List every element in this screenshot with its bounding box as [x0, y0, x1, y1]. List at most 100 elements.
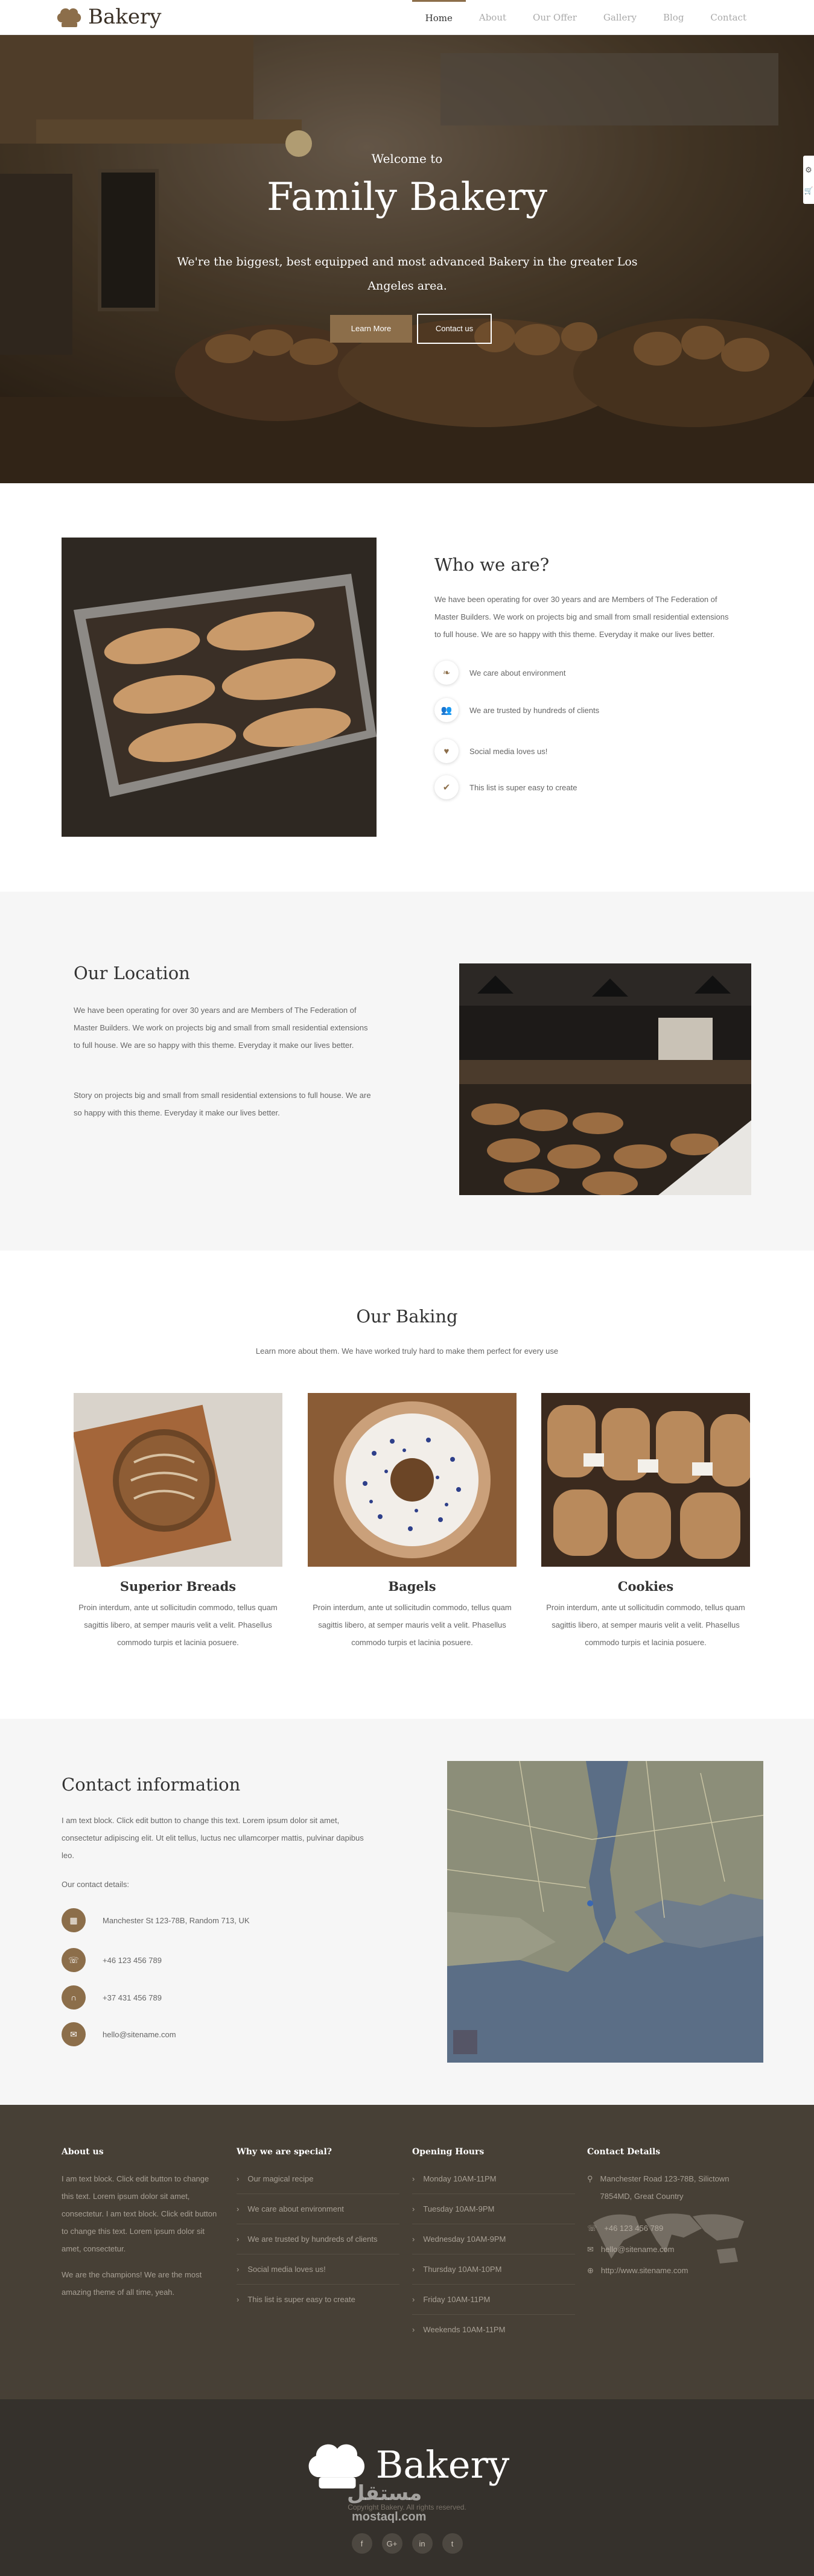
feature-text: We are trusted by hundreds of clients [469, 705, 600, 715]
twitter-icon[interactable]: t [442, 2533, 463, 2554]
footer-link[interactable]: › This list is super easy to create [237, 2285, 399, 2314]
chevron-right-icon: › [237, 2295, 240, 2304]
contact-item: ✉ hello@sitename.com [62, 2022, 176, 2046]
learn-more-button[interactable]: Learn More [330, 315, 412, 343]
contact-text: I am text block. Click edit button to ch… [62, 1816, 364, 1860]
footer-about-title: About us [62, 2147, 104, 2157]
hero-welcome: Welcome to [371, 151, 443, 166]
feature-item: ❧ We care about environment [434, 661, 565, 685]
baking-card-title: Bagels [388, 1579, 436, 1594]
hero-subtitle: We're the biggest, best equipped and mos… [177, 255, 638, 293]
bagel-image [308, 1393, 517, 1567]
baking-card-text: Proin interdum, ante ut sollicitudin com… [546, 1603, 745, 1647]
chevron-right-icon: › [412, 2174, 415, 2183]
footer-link[interactable]: › Social media loves us! [237, 2254, 399, 2285]
baking-card: Cookies Proin interdum, ante ut sollicit… [541, 1393, 750, 1651]
footer-link[interactable]: › We are trusted by hundreds of clients [237, 2224, 399, 2254]
feature-item: 👥 We are trusted by hundreds of clients [434, 698, 599, 722]
main-nav: Home About Our Offer Gallery Blog Contac… [412, 0, 760, 35]
footer-hours-title: Opening Hours [412, 2147, 485, 2157]
phone-icon: ☏ [62, 1948, 86, 1972]
our-baking-section: Our Baking Learn more about them. We hav… [0, 1251, 814, 1719]
hours-text: Tuesday 10AM-9PM [423, 2204, 495, 2213]
chevron-right-icon: › [237, 2265, 240, 2274]
map-embed[interactable] [447, 1761, 763, 2063]
footer-link[interactable]: › We care about environment [237, 2194, 399, 2224]
logo[interactable]: Bakery [56, 5, 161, 29]
chevron-right-icon: › [412, 2295, 415, 2304]
bakery-shop-image [459, 963, 751, 1195]
contact-title: Contact information [62, 1774, 241, 1795]
contact-us-button[interactable]: Contact us [417, 314, 492, 344]
nav-contact[interactable]: Contact [697, 0, 760, 35]
cookies-image [541, 1393, 750, 1567]
footer-logo-text: Bakery [375, 2442, 510, 2487]
baking-card-text: Proin interdum, ante ut sollicitudin com… [78, 1603, 278, 1647]
baking-subtitle: Learn more about them. We have worked tr… [255, 1347, 559, 1356]
baking-card-title: Superior Breads [119, 1579, 237, 1594]
chevron-right-icon: › [412, 2235, 415, 2244]
watermark-sub: mostaql.com [352, 2510, 427, 2524]
chevron-right-icon: › [412, 2204, 415, 2213]
hours-text: Thursday 10AM-10PM [423, 2265, 502, 2274]
nav-our-offer[interactable]: Our Offer [520, 0, 590, 35]
feature-item: ♥ Social media loves us! [434, 739, 547, 763]
feature-item: ✔ This list is super easy to create [434, 775, 577, 799]
google-plus-icon[interactable]: G+ [381, 2533, 402, 2554]
contact-item: ☏ +46 123 456 789 [62, 1948, 162, 1972]
hours-item: › Thursday 10AM-10PM [412, 2254, 575, 2285]
chevron-right-icon: › [237, 2174, 240, 2183]
nav-home[interactable]: Home [412, 0, 466, 35]
hours-text: Friday 10AM-11PM [423, 2295, 491, 2304]
contact-phone[interactable]: +46 123 456 789 [103, 1956, 162, 1965]
map-icon: ▦ [62, 1908, 86, 1932]
chevron-right-icon: › [237, 2204, 240, 2213]
footer-link-label: We care about environment [247, 2204, 344, 2213]
site-header: Bakery Home About Our Offer Gallery Blog… [0, 0, 814, 35]
footer-special: Why we are special? › Our magical recipe … [237, 2147, 399, 2314]
hours-text: Wednesday 10AM-9PM [423, 2235, 506, 2244]
footer-link-label: Social media loves us! [247, 2265, 326, 2274]
world-map-icon [593, 2213, 744, 2264]
footer-link-label: This list is super easy to create [247, 2295, 355, 2304]
bread-tray-image [62, 538, 377, 837]
nav-blog[interactable]: Blog [650, 0, 697, 35]
baking-card-text: Proin interdum, ante ut sollicitudin com… [313, 1603, 512, 1647]
bottom-bar: Bakery Copyright Bakery. All rights rese… [0, 2399, 814, 2576]
hours-item: › Wednesday 10AM-9PM [412, 2224, 575, 2254]
hero-section: Welcome to Family Bakery We're the bigge… [0, 35, 814, 483]
side-panel: ⚙ 🛒 [803, 156, 814, 204]
cart-icon[interactable]: 🛒 [804, 186, 813, 195]
feature-text: We care about environment [469, 668, 566, 677]
nav-about[interactable]: About [466, 0, 520, 35]
contact-details-label: Our contact details: [62, 1880, 129, 1889]
footer-address: ⚲ Manchester Road 123-78B, Silictown 7854… [587, 2170, 750, 2205]
feature-text: This list is super easy to create [469, 782, 577, 792]
location-text-1: We have been operating for over 30 years… [74, 1006, 368, 1050]
location-title: Our Location [74, 963, 190, 983]
facebook-icon[interactable]: f [351, 2533, 372, 2554]
footer-link-label: We are trusted by hundreds of clients [247, 2235, 378, 2244]
contact-phone-2[interactable]: +37 431 456 789 [103, 1993, 162, 2002]
who-title: Who we are? [434, 554, 550, 575]
baking-card: Superior Breads Proin interdum, ante ut … [74, 1393, 282, 1651]
hours-text: Monday 10AM-11PM [423, 2174, 497, 2183]
footer-link-label: Our magical recipe [247, 2174, 314, 2183]
map-pin-icon: ⚲ [587, 2174, 593, 2183]
watermark: مستقل [347, 2481, 422, 2505]
footer-link[interactable]: › Our magical recipe [237, 2164, 399, 2194]
chef-hat-icon [57, 8, 81, 27]
bread-image [74, 1393, 282, 1567]
gear-icon[interactable]: ⚙ [805, 165, 812, 175]
chevron-right-icon: › [237, 2235, 240, 2244]
footer-about-text-2: We are the champions! We are the most am… [62, 2270, 202, 2297]
contact-email[interactable]: hello@sitename.com [103, 2030, 176, 2039]
linkedin-icon[interactable]: in [412, 2533, 433, 2554]
who-text: We have been operating for over 30 years… [434, 595, 729, 639]
chevron-right-icon: › [412, 2325, 415, 2334]
hours-item: › Friday 10AM-11PM [412, 2285, 575, 2315]
footer-contact-title: Contact Details [587, 2147, 661, 2157]
feature-text: Social media loves us! [469, 746, 548, 756]
nav-gallery[interactable]: Gallery [590, 0, 650, 35]
baking-card-title: Cookies [617, 1579, 674, 1594]
